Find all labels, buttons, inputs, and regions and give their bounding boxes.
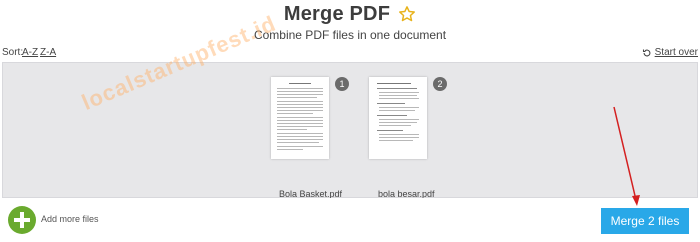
start-over-link[interactable]: Start over [642, 47, 698, 58]
plus-icon [14, 212, 30, 228]
star-icon[interactable] [398, 5, 416, 23]
add-files-button[interactable] [8, 206, 36, 234]
sort-az-link[interactable]: A-Z [22, 47, 38, 58]
file-order-badge: 1 [335, 77, 349, 91]
page-title: Merge PDF [283, 2, 391, 25]
merge-button[interactable]: Merge 2 files [601, 208, 689, 234]
file-order-badge: 2 [433, 77, 447, 91]
sort-bar: Sort: A-Z Z-A Start over [0, 47, 700, 61]
restart-icon [642, 49, 651, 56]
sort-label: Sort: [2, 47, 24, 58]
sort-za-link[interactable]: Z-A [40, 47, 56, 58]
pdf-thumbnail[interactable] [271, 77, 329, 159]
pdf-thumbnail[interactable] [369, 77, 427, 159]
add-files-label: Add more files [41, 214, 99, 224]
files-workspace: 1 Bola Basket.pdf 2 bola besar.pdf [2, 62, 698, 199]
header: Merge PDF [0, 0, 700, 28]
page-subtitle: Combine PDF files in one document [253, 28, 447, 42]
start-over-label: Start over [654, 47, 698, 58]
bottom-bar: Add more files [0, 198, 700, 242]
